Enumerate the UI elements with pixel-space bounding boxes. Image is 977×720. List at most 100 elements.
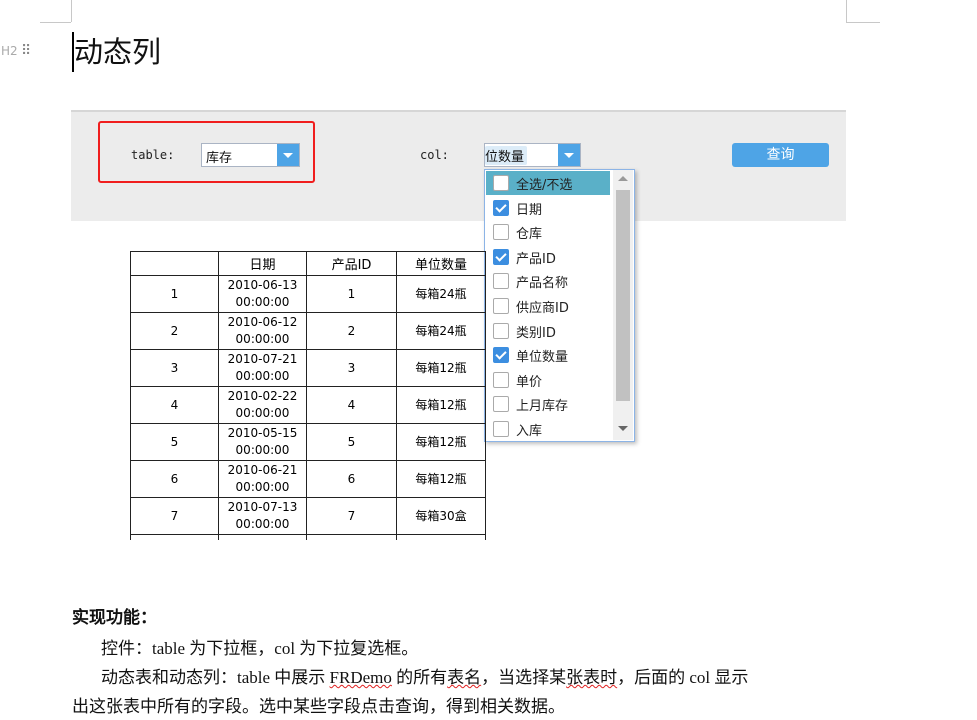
time: 00:00:00 [235, 295, 290, 309]
date: 2010-02-22 [227, 389, 298, 403]
checkbox[interactable] [493, 199, 509, 216]
page-corner-mark [40, 22, 71, 23]
scroll-up-icon[interactable] [618, 176, 628, 181]
col-dropdown-list[interactable]: 全选/不选 日期仓库产品ID 产品名称供应商ID 类别ID 单位数量单价上月库存入库 [484, 169, 635, 442]
unit-quantity-cell: 每箱12瓶 [396, 349, 486, 387]
col-option[interactable]: 单价 [486, 368, 610, 392]
col-option-label: 类别ID [516, 325, 556, 341]
heading-level-indicator: H2 [1, 44, 18, 58]
col-option-label: 入库 [516, 424, 543, 439]
col-label: col: [420, 148, 449, 162]
date-cell: 2010-07-13 00:00:00 [218, 497, 307, 535]
text: 动态表和动态列：table 中展示 [101, 668, 330, 687]
table-row: 4 2010-02-22 00:00:00 4 每箱12瓶 [130, 386, 486, 424]
checkbox[interactable] [493, 224, 509, 241]
col-option[interactable]: 入库 [486, 417, 610, 441]
date-cell: 2010-06-12 00:00:00 [218, 312, 307, 350]
date: 2010-06-12 [227, 315, 298, 329]
paragraph: 动态表和动态列：table 中展示 FRDemo 的所有表名，当选择某张表时，后… [101, 663, 748, 688]
checkbox[interactable] [493, 175, 509, 191]
unit-quantity-cell: 每箱24瓶 [396, 275, 486, 313]
col-option[interactable]: 上月库存 [486, 392, 610, 416]
row-number: 4 [130, 386, 219, 424]
col-option[interactable]: 全选/不选 [486, 171, 610, 195]
table-select-value: 库存 [206, 151, 233, 166]
spellcheck-word: 表名 [447, 668, 482, 687]
table-select[interactable]: 库存 [201, 143, 300, 167]
product-id-cell: 2 [306, 312, 397, 350]
row-number: 7 [130, 497, 219, 535]
time: 00:00:00 [235, 332, 290, 346]
product-id-cell: 5 [306, 423, 397, 461]
column-header: 日期 [218, 251, 307, 276]
date-cell: 2010-05-15 00:00:00 [218, 423, 307, 461]
scrollbar[interactable] [613, 170, 633, 440]
col-option-label: 单价 [516, 374, 543, 390]
unit-quantity-cell: 每箱24瓶 [396, 312, 486, 350]
time: 00:00:00 [235, 480, 290, 494]
col-option-label: 供应商ID [516, 301, 569, 316]
col-option[interactable]: 类别ID [486, 319, 610, 343]
date: 2010-07-13 [227, 500, 298, 514]
section-title: 实现功能： [72, 608, 157, 627]
table-label: table: [131, 148, 175, 162]
table-row: 1 2010-06-13 00:00:00 1 每箱24瓶 [130, 275, 486, 313]
result-table: 日期 产品ID 单位数量 1 2010-06-13 00:00:00 1 每箱24瓶 2 2… [130, 251, 487, 540]
checkbox[interactable] [493, 396, 509, 413]
checkbox[interactable] [493, 298, 509, 314]
chevron-down-icon[interactable] [277, 144, 299, 166]
drag-handle-icon[interactable]: ⠿ [21, 43, 31, 59]
table-row: 7 2010-07-13 00:00:00 7 每箱30盒 [130, 497, 486, 535]
checkbox[interactable] [493, 347, 509, 364]
col-option[interactable]: 产品ID [486, 245, 610, 269]
date-cell: 2010-02-22 00:00:00 [218, 386, 307, 424]
col-option[interactable]: 供应商ID [486, 294, 610, 318]
checkbox[interactable] [493, 273, 509, 290]
unit-quantity-cell: 每箱12瓶 [396, 460, 486, 498]
col-option-label: 产品ID [516, 251, 556, 267]
row-number: 2 [130, 312, 219, 350]
query-button[interactable]: 查询 [732, 143, 829, 167]
checkbox[interactable] [493, 371, 509, 388]
unit-quantity-cell: 每箱30盒 [396, 497, 486, 535]
checkbox[interactable] [493, 248, 509, 265]
page-corner-mark [71, 0, 72, 22]
col-option[interactable]: 产品名称 [486, 269, 610, 293]
page-corner-mark [846, 0, 847, 22]
chevron-down-icon[interactable] [558, 144, 580, 166]
col-multiselect[interactable]: 位数量 [484, 143, 581, 167]
date-cell: 2010-06-21 00:00:00 [218, 460, 307, 498]
unit-quantity-cell: 每箱12瓶 [396, 386, 486, 424]
col-option[interactable]: 日期 [486, 196, 610, 220]
checkbox[interactable] [493, 421, 509, 437]
page-title[interactable]: 动态列 [72, 32, 161, 72]
time: 00:00:00 [235, 443, 290, 457]
time: 00:00:00 [235, 517, 290, 531]
product-id-cell: 4 [306, 386, 397, 424]
col-option-label: 产品名称 [516, 276, 569, 292]
spellcheck-word: 张表时 [566, 668, 618, 687]
text: ，后面的 col 显示 [617, 668, 749, 687]
spellcheck-word: FRDemo [329, 668, 392, 687]
scroll-down-icon[interactable] [618, 426, 628, 431]
col-option[interactable]: 单位数量 [486, 343, 610, 367]
date: 2010-06-13 [227, 278, 298, 292]
paragraph: 出这张表中所有的字段。选中某些字段点击查询，得到相关数据。 [72, 697, 565, 716]
table-row: 2 2010-06-12 00:00:00 2 每箱24瓶 [130, 312, 486, 350]
checkbox[interactable] [493, 322, 509, 339]
row-number: 3 [130, 349, 219, 387]
table-row: 6 2010-06-21 00:00:00 6 每箱12瓶 [130, 460, 486, 498]
col-option-label: 仓库 [516, 227, 543, 243]
product-id-cell: 1 [306, 275, 397, 313]
paragraph: 控件：table 为下拉框，col 为下拉复选框。 [101, 639, 419, 658]
table-row: 3 2010-07-21 00:00:00 3 每箱12瓶 [130, 349, 486, 387]
time: 00:00:00 [235, 406, 290, 420]
text: 的所有 [391, 668, 448, 687]
product-id-cell: 6 [306, 460, 397, 498]
column-header [130, 251, 219, 276]
scrollbar-thumb[interactable] [616, 190, 630, 401]
col-option[interactable]: 仓库 [486, 220, 610, 244]
table-row [130, 534, 486, 540]
product-id-cell: 3 [306, 349, 397, 387]
col-option-label: 单位数量 [516, 350, 569, 366]
